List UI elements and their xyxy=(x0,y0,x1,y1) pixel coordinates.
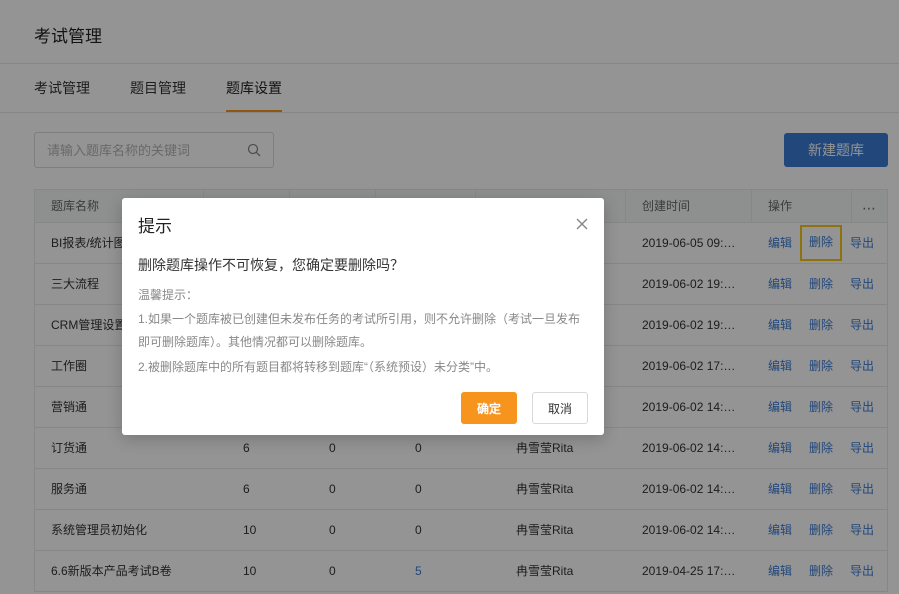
dialog-question: 删除题库操作不可恢复，您确定要删除吗？ xyxy=(138,257,404,273)
confirm-delete-dialog: 提示 删除题库操作不可恢复，您确定要删除吗？ 温馨提示： 1.如果一个题库被已创… xyxy=(122,198,604,435)
tip-header: 温馨提示： xyxy=(138,288,199,302)
tip-line-1: 1.如果一个题库被已创建但未发布任务的考试所引用，则不允许删除（考试一旦发布 xyxy=(138,312,581,326)
close-icon[interactable] xyxy=(574,216,590,232)
confirm-button[interactable]: 确定 xyxy=(461,392,517,424)
cancel-button[interactable]: 取消 xyxy=(532,392,588,424)
tip-line-3: 2.被删除题库中的所有题目都将转移到题库“（系统预设）未分类”中。 xyxy=(138,360,499,374)
tip-line-2: 即可删除题库）。其他情况都可以删除题库。 xyxy=(138,335,373,349)
dialog-title: 提示 xyxy=(138,217,172,236)
